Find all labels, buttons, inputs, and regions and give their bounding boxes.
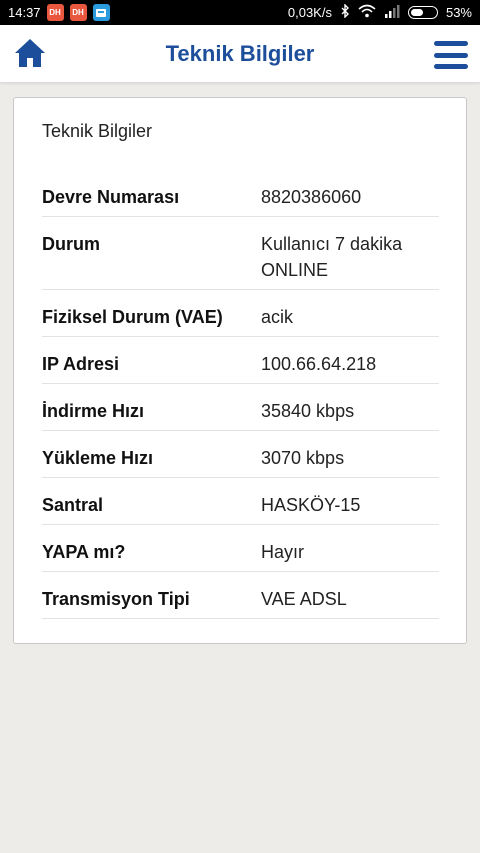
wifi-icon (358, 4, 376, 21)
info-row: Fiziksel Durum (VAE) acik (42, 290, 439, 337)
hamburger-line (434, 52, 468, 58)
info-row: Devre Numarası 8820386060 (42, 170, 439, 217)
info-value: acik (261, 307, 294, 327)
info-label: Devre Numarası (42, 187, 180, 207)
technical-info-card: Teknik Bilgiler Devre Numarası 882038606… (13, 97, 467, 644)
notification-icon: DH (46, 4, 64, 21)
card-title: Teknik Bilgiler (42, 121, 153, 141)
info-label: IP Adresi (42, 354, 120, 374)
info-value: Hayır (261, 542, 305, 562)
signal-icon (384, 4, 400, 21)
menu-button[interactable] (434, 38, 468, 72)
hamburger-line (434, 64, 468, 69)
hamburger-menu-icon (434, 41, 468, 46)
info-label: Durum (42, 234, 100, 254)
info-value: HASKÖY-15 (261, 495, 361, 515)
info-label: Transmisyon Tipi (42, 589, 190, 609)
info-row: Durum Kullanıcı 7 dakika ONLINE (42, 217, 439, 290)
info-label: YAPA mı? (42, 542, 126, 562)
notification-icon: DH (69, 4, 87, 21)
battery-icon (407, 6, 438, 19)
info-row: Santral HASKÖY-15 (42, 478, 439, 525)
battery-percent: 53% (445, 5, 472, 20)
info-value: 100.66.64.218 (261, 354, 377, 374)
info-label: Fiziksel Durum (VAE) (42, 307, 223, 327)
info-row: Transmisyon Tipi VAE ADSL (42, 572, 439, 619)
info-label: İndirme Hızı (42, 401, 145, 421)
bluetooth-icon (340, 3, 350, 21)
info-value: VAE ADSL (261, 589, 347, 609)
info-row: İndirme Hızı 35840 kbps (42, 384, 439, 431)
app-notification-icon (92, 4, 110, 21)
info-list: Devre Numarası 8820386060 Durum Kullanıc… (42, 170, 439, 619)
info-label: Santral (42, 495, 104, 515)
info-row: Yükleme Hızı 3070 kbps (42, 431, 439, 478)
info-value: 35840 kbps (261, 401, 355, 421)
home-button[interactable] (12, 37, 48, 73)
info-value: Kullanıcı 7 dakika ONLINE (261, 234, 403, 280)
network-speed: 0,03K/s (287, 5, 332, 20)
app-bar: Teknik Bilgiler (0, 25, 480, 83)
info-row: IP Adresi 100.66.64.218 (42, 337, 439, 384)
info-row: YAPA mı? Hayır (42, 525, 439, 572)
status-bar: 14:37 DH DH 0,03K/s 53% (0, 0, 480, 25)
info-value: 3070 kbps (261, 448, 345, 468)
page-title: Teknik Bilgiler (165, 40, 315, 66)
home-icon (13, 37, 47, 74)
info-label: Yükleme Hızı (42, 448, 154, 468)
info-value: 8820386060 (261, 187, 362, 207)
status-time: 14:37 (8, 5, 41, 20)
